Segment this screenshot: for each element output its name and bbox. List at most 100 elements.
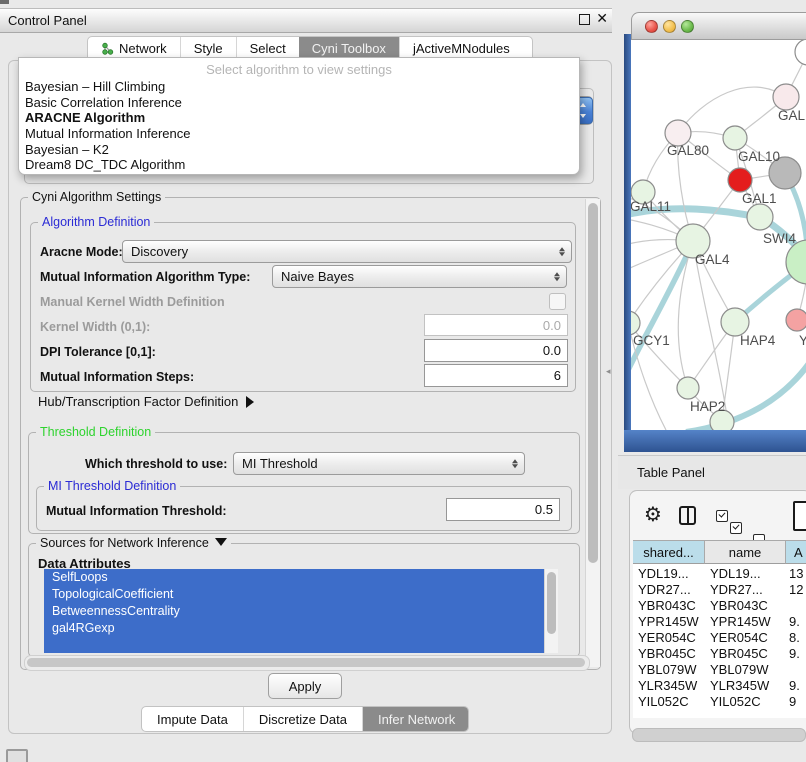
popup-prompt: Select algorithm to view settings (19, 62, 579, 77)
node-label: Y (799, 333, 806, 348)
node-gal-partial[interactable] (773, 84, 799, 110)
cell-name[interactable]: YBL079W (710, 662, 784, 677)
cell-name[interactable]: YLR345W (710, 678, 784, 693)
cell-value[interactable]: 9 (789, 694, 806, 709)
gear-icon[interactable]: ⚙ (644, 505, 662, 525)
cell-value[interactable]: 9. (789, 678, 806, 693)
close-icon[interactable]: ✕ (596, 10, 608, 27)
cell-shared-name[interactable]: YBR045C (638, 646, 704, 661)
panel-divider-arrow[interactable]: ◂ (606, 366, 611, 377)
algorithm-option[interactable]: Bayesian – Hill Climbing (23, 79, 575, 95)
scrollbar-thumb[interactable] (588, 203, 598, 563)
tab-label: Cyni Toolbox (312, 41, 386, 56)
attribute-item[interactable]: SelfLoops (44, 569, 558, 586)
cell-value[interactable]: 9. (789, 646, 806, 661)
cell-value[interactable]: 13 (789, 566, 806, 581)
bottom-left-icon-fragment[interactable] (6, 749, 28, 762)
column-header-partial[interactable]: A (786, 540, 806, 564)
apply-button[interactable]: Apply (268, 673, 342, 699)
node-hap2[interactable] (677, 377, 699, 399)
settings-vertical-scrollbar[interactable] (585, 199, 600, 667)
mi-steps-field[interactable]: 6 (424, 364, 568, 387)
hub-definition-toggle[interactable]: Hub/Transcription Factor Definition (38, 394, 254, 409)
column-header-shared-name[interactable]: shared... (633, 540, 705, 564)
mi-threshold-field[interactable]: 0.5 (446, 498, 560, 521)
attribute-item-partial[interactable] (44, 637, 558, 653)
node-label: GAL80 (667, 143, 709, 158)
data-attributes-list: SelfLoops TopologicalCoefficient Between… (44, 569, 558, 653)
kernel-width-field[interactable]: 0.0 (424, 314, 568, 336)
network-canvas[interactable]: GAL GAL80 GAL10 GAL1 GAL11 SWI4 GAL4 GCY… (631, 40, 806, 430)
algorithm-definition-title: Algorithm Definition (38, 215, 154, 229)
tab-infer-network[interactable]: Infer Network (362, 707, 469, 731)
node-salmon[interactable] (786, 309, 806, 331)
which-threshold-combo[interactable]: MI Threshold (233, 452, 525, 475)
table-horizontal-scrollbar[interactable] (632, 728, 806, 742)
attribute-item[interactable]: TopologicalCoefficient (44, 586, 558, 603)
select-all-checkbox-icon[interactable] (716, 510, 728, 522)
node-gal10[interactable] (723, 126, 747, 150)
cell-shared-name[interactable]: YDL19... (638, 566, 704, 581)
cell-value[interactable]: 12 (789, 582, 806, 597)
node[interactable] (795, 40, 806, 65)
attribute-list-scrollbar[interactable] (544, 569, 558, 653)
aracne-mode-combo[interactable]: Discovery (122, 240, 572, 263)
node-swi4[interactable] (747, 204, 773, 230)
sources-title-label: Sources for Network Inference (40, 536, 209, 550)
minimize-traffic-light[interactable] (663, 20, 676, 33)
node-label: HAP4 (740, 333, 776, 348)
cell-name[interactable]: YIL052C (710, 694, 784, 709)
edge (686, 362, 806, 430)
tab-impute-data[interactable]: Impute Data (142, 707, 243, 731)
algorithm-option[interactable]: Basic Correlation Inference (23, 95, 575, 111)
cell-name[interactable]: YPR145W (710, 614, 784, 629)
cell-name[interactable]: YDR27... (710, 582, 784, 597)
maximize-traffic-light[interactable] (681, 20, 694, 33)
screen: Control Panel ✕ Network Style Select Cyn… (0, 0, 806, 762)
table-panel-titlebar: Table Panel (618, 455, 806, 489)
settings-group-title: Cyni Algorithm Settings (28, 190, 165, 204)
split-columns-icon[interactable] (679, 506, 696, 525)
settings-horizontal-scrollbar[interactable] (24, 655, 590, 671)
scrollbar-thumb[interactable] (547, 572, 556, 634)
node-hap4[interactable] (721, 308, 749, 336)
sources-group-title[interactable]: Sources for Network Inference (36, 536, 231, 550)
dpi-tolerance-field[interactable]: 0.0 (424, 339, 568, 362)
attribute-item[interactable]: BetweennessCentrality (44, 603, 558, 620)
cell-shared-name[interactable]: YER054C (638, 630, 704, 645)
cell-shared-name[interactable]: YBL079W (638, 662, 704, 677)
network-window-border-left (624, 34, 631, 452)
algorithm-option[interactable]: Mutual Information Inference (23, 126, 575, 142)
tab-discretize-data[interactable]: Discretize Data (243, 707, 362, 731)
cell-name[interactable]: YDL19... (710, 566, 784, 581)
cell-shared-name[interactable]: YBR043C (638, 598, 704, 613)
manual-kernel-width-checkbox[interactable] (549, 293, 566, 310)
node-label: GAL10 (738, 149, 780, 164)
cell-name[interactable]: YER054C (710, 630, 784, 645)
column-header-name[interactable]: name (705, 540, 786, 564)
cell-shared-name[interactable]: YLR345W (638, 678, 704, 693)
cell-value[interactable]: 8. (789, 630, 806, 645)
algorithm-option[interactable]: Bayesian – K2 (23, 142, 575, 158)
manual-kernel-width-label: Manual Kernel Width Definition (40, 295, 225, 309)
select-all-checkbox-icon[interactable] (730, 522, 742, 534)
node-gal1[interactable] (728, 168, 752, 192)
close-traffic-light[interactable] (645, 20, 658, 33)
cell-shared-name[interactable]: YPR145W (638, 614, 704, 629)
cell-name[interactable]: YBR045C (710, 646, 784, 661)
algorithm-option[interactable]: Dream8 DC_TDC Algorithm (23, 157, 575, 173)
scrollbar-thumb[interactable] (27, 658, 585, 667)
node-gcy1[interactable] (631, 311, 640, 335)
cell-name[interactable]: YBR043C (710, 598, 784, 613)
document-icon[interactable] (793, 501, 806, 531)
node-label: GAL1 (742, 191, 777, 206)
cell-value[interactable]: 9. (789, 614, 806, 629)
algorithm-option-selected[interactable]: ARACNE Algorithm (23, 110, 575, 126)
cell-shared-name[interactable]: YDR27... (638, 582, 704, 597)
mi-algorithm-type-combo[interactable]: Naive Bayes (272, 265, 567, 288)
node-label: SWI4 (763, 231, 796, 246)
node-table: YDL19... YDL19... 13 YDR27... YDR27... 1… (633, 564, 806, 718)
float-window-icon[interactable] (579, 14, 590, 25)
cell-shared-name[interactable]: YIL052C (638, 694, 704, 709)
attribute-item[interactable]: gal4RGexp (44, 620, 558, 637)
